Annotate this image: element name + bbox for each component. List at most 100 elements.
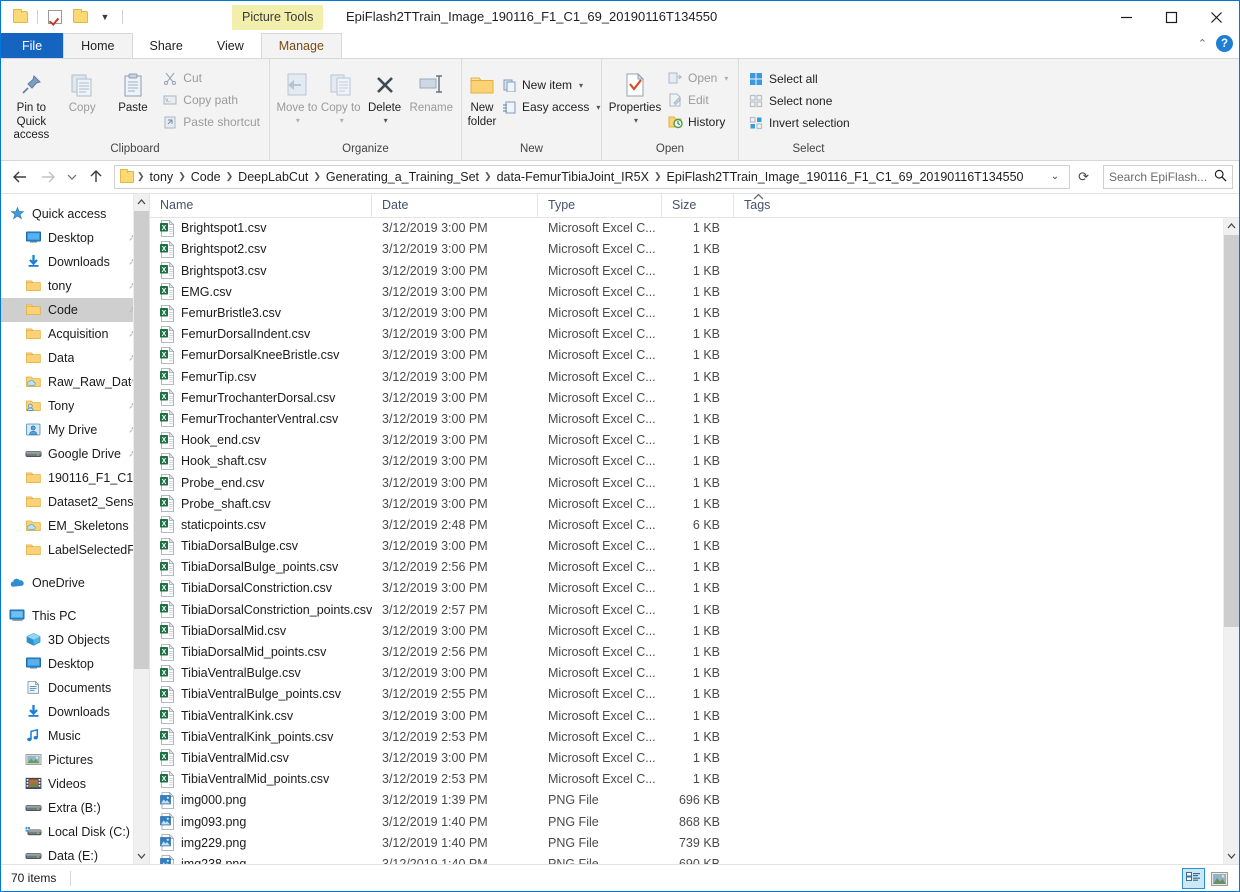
- table-row[interactable]: img229.png 3/12/2019 1:40 PM PNG File 739 K…: [150, 832, 1239, 853]
- table-row[interactable]: Xstaticpoints.csv 3/12/2019 2:48 PM Micros…: [150, 514, 1239, 535]
- sidebar-item-my-drive[interactable]: My Drive: [1, 418, 149, 442]
- table-row[interactable]: X TibiaDorsalMid.csv 3/12/2019 3:00 PM Micr…: [150, 620, 1239, 641]
- table-row[interactable]: X FemurDorsalIndent.csv 3/12/2019 3:00 PM M…: [150, 324, 1239, 345]
- table-row[interactable]: X Brightspot3.csv 3/12/2019 3:00 PM Microso…: [150, 260, 1239, 281]
- cut-button[interactable]: Cut: [158, 67, 264, 89]
- table-row[interactable]: X TibiaVentralMid_points.csv 3/12/2019 2:5…: [150, 769, 1239, 790]
- maximize-button[interactable]: [1149, 1, 1194, 33]
- sidebar-item-desktop[interactable]: Desktop: [1, 226, 149, 250]
- qat-new-folder-button[interactable]: [69, 6, 91, 28]
- properties-button[interactable]: Properties ▾: [607, 64, 663, 125]
- large-icons-view-button[interactable]: [1208, 868, 1231, 889]
- refresh-icon[interactable]: ⟳: [1072, 169, 1095, 185]
- column-header-date[interactable]: Date: [372, 193, 538, 217]
- sidebar-item-quick-access[interactable]: Quick access: [1, 202, 149, 226]
- table-row[interactable]: X TibiaVentralBulge_points.csv 3/12/2019 2…: [150, 684, 1239, 705]
- select-none-button[interactable]: Select none: [744, 90, 854, 112]
- table-row[interactable]: X TibiaDorsalMid_points.csv 3/12/2019 2:56…: [150, 641, 1239, 662]
- move-to-button[interactable]: Move to ▾: [275, 64, 319, 125]
- table-row[interactable]: X TibiaDorsalConstriction_points.csv 3/12/…: [150, 599, 1239, 620]
- breadcrumb-item-code[interactable]: Code: [187, 170, 225, 184]
- sidebar-item-pictures[interactable]: Pictures: [1, 748, 149, 772]
- table-row[interactable]: X Hook_shaft.csv 3/12/2019 3:00 PM Microsof…: [150, 451, 1239, 472]
- tab-share[interactable]: Share: [133, 33, 200, 58]
- collapse-ribbon-icon[interactable]: ⌃: [1198, 37, 1207, 50]
- sidebar-item-em-skeletons[interactable]: EM_Skeletons: [1, 514, 149, 538]
- sidebar-item-code[interactable]: Code: [1, 297, 149, 322]
- paste-button[interactable]: Paste: [108, 64, 159, 116]
- edit-button[interactable]: Edit: [663, 89, 732, 111]
- sidebar-item-extra-b[interactable]: Extra (B:): [1, 796, 149, 820]
- new-folder-button[interactable]: New folder: [467, 64, 497, 129]
- sidebar-item-music[interactable]: Music: [1, 724, 149, 748]
- copy-to-button[interactable]: Copy to ▾: [319, 64, 363, 125]
- qat-customize-button[interactable]: ▼: [94, 6, 116, 28]
- search-input[interactable]: Search EpiFlash...: [1103, 164, 1233, 189]
- sidebar-item-tony[interactable]: tony: [1, 274, 149, 298]
- column-header-tags[interactable]: Tags: [734, 194, 824, 217]
- tab-file[interactable]: File: [1, 33, 64, 58]
- file-scroll-track[interactable]: [1224, 234, 1239, 847]
- navigation-scroll-thumb[interactable]: [134, 210, 149, 669]
- table-row[interactable]: X FemurTrochanterDorsal.csv 3/12/2019 3:00…: [150, 387, 1239, 408]
- sidebar-item-tony[interactable]: Tony: [1, 394, 149, 418]
- file-list-scrollbar[interactable]: [1223, 217, 1239, 864]
- sidebar-item-downloads[interactable]: Downloads: [1, 250, 149, 274]
- table-row[interactable]: X FemurTrochanterVentral.csv 3/12/2019 3:0…: [150, 408, 1239, 429]
- sidebar-item-dataset2-sensor[interactable]: Dataset2_Sensor: [1, 490, 149, 514]
- details-view-button[interactable]: [1182, 868, 1205, 889]
- sidebar-item-videos[interactable]: Videos: [1, 772, 149, 796]
- invert-selection-button[interactable]: Invert selection: [744, 112, 854, 134]
- tab-home[interactable]: Home: [63, 33, 133, 58]
- sidebar-item-raw-raw-dat[interactable]: Raw_Raw_Dat: [1, 370, 149, 394]
- table-row[interactable]: X FemurBristle3.csv 3/12/2019 3:00 PM Micro…: [150, 302, 1239, 323]
- table-row[interactable]: X TibiaDorsalBulge.csv 3/12/2019 3:00 PM Mi…: [150, 536, 1239, 557]
- table-row[interactable]: X Probe_end.csv 3/12/2019 3:00 PM Microsoft…: [150, 472, 1239, 493]
- copy-path-button[interactable]: \\.. Copy path: [158, 89, 264, 111]
- table-row[interactable]: X TibiaVentralBulge.csv 3/12/2019 3:00 PM M…: [150, 663, 1239, 684]
- table-row[interactable]: X Brightspot2.csv 3/12/2019 3:00 PM Microso…: [150, 239, 1239, 260]
- file-list[interactable]: X Brightspot1.csv 3/12/2019 3:00 PM Microso…: [150, 218, 1239, 864]
- sidebar-item-data[interactable]: Data: [1, 346, 149, 370]
- table-row[interactable]: X Hook_end.csv 3/12/2019 3:00 PM Microsoft …: [150, 430, 1239, 451]
- delete-button[interactable]: Delete ▾: [363, 64, 407, 125]
- pin-to-quick-access-button[interactable]: Pin to Quick access: [6, 64, 57, 143]
- sidebar-item-onedrive[interactable]: OneDrive: [1, 571, 149, 595]
- tab-manage[interactable]: Manage: [260, 33, 342, 58]
- scroll-up-button[interactable]: [134, 194, 149, 211]
- navigation-scroll-track[interactable]: [134, 210, 149, 847]
- table-row[interactable]: X TibiaDorsalConstriction.csv 3/12/2019 3:…: [150, 578, 1239, 599]
- address-dropdown-icon[interactable]: ⌄: [1047, 171, 1067, 182]
- rename-button[interactable]: Rename: [406, 64, 456, 116]
- sidebar-item-documents[interactable]: Documents: [1, 676, 149, 700]
- sidebar-item-desktop[interactable]: Desktop: [1, 652, 149, 676]
- table-row[interactable]: X TibiaVentralKink_points.csv 3/12/2019 2:…: [150, 726, 1239, 747]
- table-row[interactable]: img000.png 3/12/2019 1:39 PM PNG File 696 K…: [150, 790, 1239, 811]
- paste-shortcut-button[interactable]: Paste shortcut: [158, 111, 264, 133]
- breadcrumb-item-deeplabcut[interactable]: DeepLabCut: [234, 170, 312, 184]
- breadcrumb-item-tony[interactable]: tony: [146, 170, 178, 184]
- copy-button[interactable]: Copy: [57, 64, 108, 116]
- scroll-up-button[interactable]: [1224, 218, 1239, 235]
- breadcrumb-item-generating-a-training-set[interactable]: Generating_a_Training_Set: [322, 170, 483, 184]
- tab-view[interactable]: View: [200, 33, 261, 58]
- sidebar-item-190116-f1-c1[interactable]: 190116_F1_C1: [1, 466, 149, 490]
- sidebar-item-3d-objects[interactable]: 3D Objects: [1, 628, 149, 652]
- minimize-button[interactable]: [1104, 1, 1149, 33]
- sidebar-item-downloads[interactable]: Downloads: [1, 700, 149, 724]
- qat-properties-button[interactable]: [44, 6, 66, 28]
- table-row[interactable]: X Brightspot1.csv 3/12/2019 3:00 PM Microso…: [150, 218, 1239, 239]
- table-row[interactable]: X FemurTip.csv 3/12/2019 3:00 PM Microsoft …: [150, 366, 1239, 387]
- sidebar-item-acquisition[interactable]: Acquisition: [1, 322, 149, 346]
- column-header-size[interactable]: Size: [662, 193, 734, 217]
- sidebar-item-google-drive[interactable]: Google Drive: [1, 442, 149, 466]
- column-header-name[interactable]: Name: [150, 193, 372, 217]
- close-button[interactable]: [1194, 1, 1239, 33]
- sidebar-item-data-e[interactable]: Data (E:): [1, 844, 149, 864]
- table-row[interactable]: X EMG.csv 3/12/2019 3:00 PM Microsoft Excel…: [150, 281, 1239, 302]
- breadcrumb-bar[interactable]: ❯ tony ❯ Code ❯ DeepLabCut ❯ Generating_…: [114, 164, 1071, 189]
- table-row[interactable]: X TibiaVentralMid.csv 3/12/2019 3:00 PM Mic…: [150, 747, 1239, 768]
- history-button[interactable]: History: [663, 111, 732, 133]
- table-row[interactable]: X FemurDorsalKneeBristle.csv 3/12/2019 3:0…: [150, 345, 1239, 366]
- qat-save-button[interactable]: [9, 6, 31, 28]
